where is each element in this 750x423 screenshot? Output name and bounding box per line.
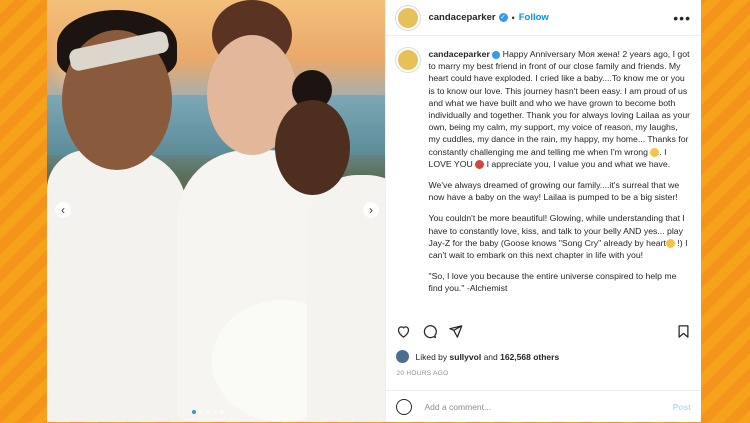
carousel-dot bbox=[220, 410, 224, 414]
carousel-dot bbox=[192, 410, 196, 414]
caption-area: candaceparker Happy Anniversary Моя жена… bbox=[386, 36, 701, 318]
carousel-prev-icon[interactable]: ‹ bbox=[55, 202, 71, 218]
caption-paragraph-2: We've always dreamed of growing our fami… bbox=[428, 180, 680, 203]
likes-summary: Liked by sullyvol and 162,568 others bbox=[396, 350, 559, 363]
caption-username[interactable]: candaceparker bbox=[428, 49, 489, 59]
post-photo[interactable]: ‹ › bbox=[47, 0, 386, 422]
caption-avatar[interactable] bbox=[396, 48, 421, 72]
share-icon[interactable] bbox=[448, 324, 463, 339]
liker-avatar[interactable] bbox=[396, 350, 410, 363]
verified-badge-icon: ✓ bbox=[498, 13, 508, 22]
caption-paragraph-1: Happy Anniversary Моя жена! 2 years ago,… bbox=[428, 49, 691, 157]
laugh-emoji-icon bbox=[665, 239, 675, 249]
separator-dot: • bbox=[511, 12, 515, 23]
likes-count-link[interactable]: 162,568 others bbox=[500, 352, 559, 362]
post-timestamp[interactable]: 20 HOURS AGO bbox=[396, 370, 448, 377]
post-comment-button[interactable]: Post bbox=[673, 402, 691, 412]
post-header: candaceparker ✓ • Follow ••• bbox=[386, 0, 701, 36]
carousel-dots bbox=[192, 410, 224, 414]
avatar[interactable] bbox=[396, 5, 421, 30]
comment-icon[interactable] bbox=[422, 324, 438, 339]
comment-bar: Post bbox=[386, 390, 701, 423]
person-left-body bbox=[47, 150, 187, 422]
emoji-smile-icon[interactable] bbox=[396, 399, 413, 415]
caption-paragraph-4: "So, I love you because the entire unive… bbox=[428, 271, 677, 294]
carousel-dot bbox=[206, 410, 210, 414]
username-link[interactable]: candaceparker bbox=[428, 12, 495, 23]
heart-emoji-icon bbox=[475, 160, 485, 170]
post-side-panel: candaceparker ✓ • Follow ••• candacepark… bbox=[385, 0, 701, 422]
liker-username-link[interactable]: sullyvol bbox=[450, 352, 482, 362]
likes-prefix: Liked by bbox=[415, 351, 448, 362]
caption-text: candaceparker Happy Anniversary Моя жена… bbox=[428, 48, 691, 318]
smile-emoji-icon bbox=[650, 147, 660, 157]
caption-paragraph-1-end: I appreciate you, I value you and what w… bbox=[484, 158, 671, 169]
instagram-post-frame: ‹ › candaceparker ✓ • Follow ••• candace… bbox=[47, 0, 701, 422]
action-bar bbox=[396, 321, 691, 341]
carousel-dot bbox=[199, 410, 203, 414]
likes-and: and bbox=[483, 351, 498, 362]
carousel-dot bbox=[213, 410, 217, 414]
heart-icon[interactable] bbox=[396, 324, 411, 339]
verified-badge-icon bbox=[492, 50, 501, 59]
bookmark-icon[interactable] bbox=[676, 324, 691, 339]
comment-input[interactable] bbox=[422, 401, 673, 413]
person-right-face bbox=[275, 100, 350, 195]
follow-button[interactable]: Follow bbox=[519, 12, 549, 23]
more-dots-icon[interactable]: ••• bbox=[673, 10, 691, 26]
carousel-next-icon[interactable]: › bbox=[363, 202, 379, 218]
caption-paragraph-3: You couldn't be more beautiful! Glowing,… bbox=[428, 213, 685, 248]
